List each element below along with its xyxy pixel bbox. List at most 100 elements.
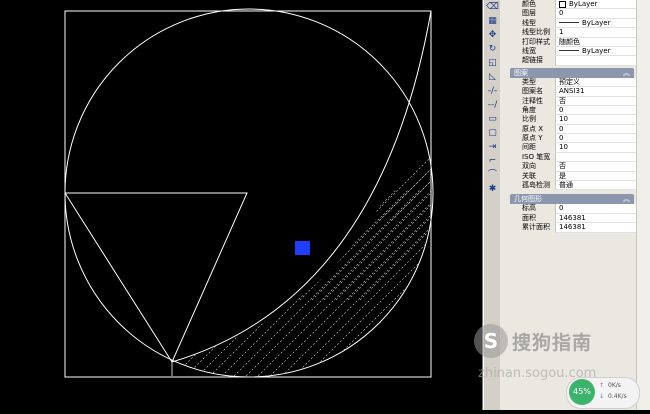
property-row[interactable]: 关联 是: [508, 171, 636, 182]
property-row[interactable]: 打印样式 随颜色: [508, 37, 636, 47]
property-value-text: 0: [559, 134, 564, 143]
property-value[interactable]: ByLayer: [555, 46, 636, 57]
property-row[interactable]: 双向 否: [508, 162, 636, 172]
property-value[interactable]: 10: [555, 115, 636, 125]
property-key: 注释性: [522, 96, 543, 105]
property-row[interactable]: 图层 0: [508, 9, 636, 19]
property-row[interactable]: 注释性 否: [508, 96, 636, 106]
stretch-icon[interactable]: ◺: [486, 71, 499, 84]
property-value[interactable]: 否: [555, 96, 636, 106]
extend-icon[interactable]: --/: [486, 99, 499, 112]
property-key: 图层: [522, 9, 536, 18]
property-value[interactable]: 10: [555, 143, 636, 153]
download-speed: ↓ 0.4K/s: [599, 393, 627, 400]
property-key: 累计面积: [522, 223, 550, 232]
property-row[interactable]: 累计面积 146381: [508, 223, 636, 233]
property-key: ISO 笔宽: [522, 152, 551, 161]
property-key: 线宽: [522, 46, 536, 55]
rotate-icon[interactable]: ↻: [486, 43, 499, 56]
download-value: 0.4K/s: [608, 393, 627, 400]
property-row[interactable]: 线型比例 1: [508, 28, 636, 38]
property-value-text: 预定义: [559, 77, 580, 86]
property-row[interactable]: 线宽 ByLayer: [508, 46, 636, 57]
property-row[interactable]: 间距 10: [508, 143, 636, 153]
property-value[interactable]: 146381: [555, 223, 636, 233]
property-value-text: 10: [559, 143, 568, 152]
pattern-section: 类型 预定义 图案名 ANSI31 注释性否角度 0 比例 10 原点 X 0 原点 Y 0 间距 10 I…: [508, 77, 636, 191]
hatch-region[interactable]: [160, 129, 482, 390]
property-value[interactable]: 是: [555, 171, 636, 182]
property-value-text: 普通: [559, 181, 573, 190]
geometry-section-header[interactable]: 几何图形 ︽: [510, 194, 634, 205]
property-value[interactable]: 0: [555, 9, 636, 19]
property-value[interactable]: ByLayer: [555, 18, 636, 29]
property-value[interactable]: 0: [555, 204, 636, 214]
property-value-text: 0: [559, 105, 564, 114]
property-value-text: 否: [559, 162, 566, 171]
palette-scrollbar[interactable]: [636, 0, 650, 410]
array-icon[interactable]: ▦: [486, 15, 499, 28]
memory-percent: 45%: [569, 379, 595, 405]
property-value[interactable]: ByLayer: [555, 0, 636, 10]
property-value[interactable]: ANSI31: [555, 87, 636, 97]
property-key: 孤岛检测: [522, 181, 550, 190]
property-row[interactable]: 角度 0: [508, 105, 636, 116]
property-value[interactable]: 146381: [555, 213, 636, 224]
drawing-canvas[interactable]: [0, 0, 482, 410]
property-key: 打印样式: [522, 37, 550, 46]
property-value[interactable]: 否: [555, 162, 636, 172]
chamfer-icon[interactable]: ⇥: [486, 141, 499, 154]
property-row[interactable]: 标高 0: [508, 204, 636, 214]
property-value-text: 146381: [559, 223, 586, 232]
pattern-section-header[interactable]: 图案 ︽: [510, 67, 634, 78]
trim-icon[interactable]: -/-: [486, 85, 499, 98]
property-value[interactable]: 0: [555, 105, 636, 116]
property-row[interactable]: 原点 Y 0: [508, 134, 636, 144]
triangle-outline[interactable]: [64, 192, 248, 364]
property-value-text: ByLayer: [569, 0, 598, 8]
collapse-chevron-icon[interactable]: ︽: [623, 68, 630, 78]
property-key: 超链接: [522, 56, 543, 65]
collapse-chevron-icon[interactable]: ︽: [623, 194, 630, 204]
property-value[interactable]: 普通: [555, 181, 636, 191]
property-value[interactable]: 预定义: [555, 77, 636, 88]
join-icon[interactable]: ▢: [486, 127, 499, 140]
property-value[interactable]: 0: [555, 124, 636, 135]
property-row[interactable]: 图案名 ANSI31: [508, 87, 636, 97]
move-icon[interactable]: ✥: [486, 29, 499, 42]
property-value[interactable]: 1: [555, 28, 636, 38]
property-key: 标高: [522, 204, 536, 213]
explode-icon[interactable]: ⌒: [486, 169, 499, 182]
explode-2-icon[interactable]: ✱: [486, 183, 499, 196]
property-row[interactable]: 超链接: [508, 56, 636, 66]
property-key: 类型: [522, 77, 536, 86]
property-value[interactable]: 0: [555, 134, 636, 144]
square-outline[interactable]: [64, 10, 432, 378]
selection-grip[interactable]: [295, 241, 310, 255]
pattern-section-title: 图案: [514, 68, 528, 77]
property-value[interactable]: [555, 152, 636, 163]
break-icon[interactable]: ▭: [486, 113, 499, 126]
property-value-text: ByLayer: [582, 46, 611, 55]
property-row[interactable]: 面积 146381: [508, 213, 636, 224]
geometry-section-title: 几何图形: [514, 195, 542, 204]
property-value[interactable]: 随颜色: [555, 37, 636, 47]
property-row[interactable]: 线型 ByLayer: [508, 18, 636, 29]
upload-arrow-icon: ↑: [599, 382, 605, 389]
cad-drawing[interactable]: [0, 0, 482, 410]
erase-icon[interactable]: ⌫: [486, 1, 499, 14]
general-section: 颜色 ByLayer 图层 0 线型 ByLayer 线型比例 1 打印样式 随颜色 线宽 ByLay…: [508, 0, 636, 66]
property-key: 间距: [522, 143, 536, 152]
property-row[interactable]: 类型 预定义: [508, 77, 636, 88]
network-speed-widget[interactable]: 45% ↑ 0K/s ↓ 0.4K/s: [566, 377, 640, 409]
property-row[interactable]: 颜色 ByLayer: [508, 0, 636, 10]
scale-icon[interactable]: ◱: [486, 57, 499, 70]
fillet-icon[interactable]: ⌐: [486, 155, 499, 168]
property-key: 图案名: [522, 87, 543, 96]
property-row[interactable]: 原点 X 0: [508, 124, 636, 135]
property-row[interactable]: ISO 笔宽: [508, 152, 636, 163]
property-row[interactable]: 孤岛检测 普通: [508, 181, 636, 191]
property-key: 原点 Y: [522, 134, 543, 143]
property-value[interactable]: [555, 56, 636, 66]
property-row[interactable]: 比例 10: [508, 115, 636, 125]
